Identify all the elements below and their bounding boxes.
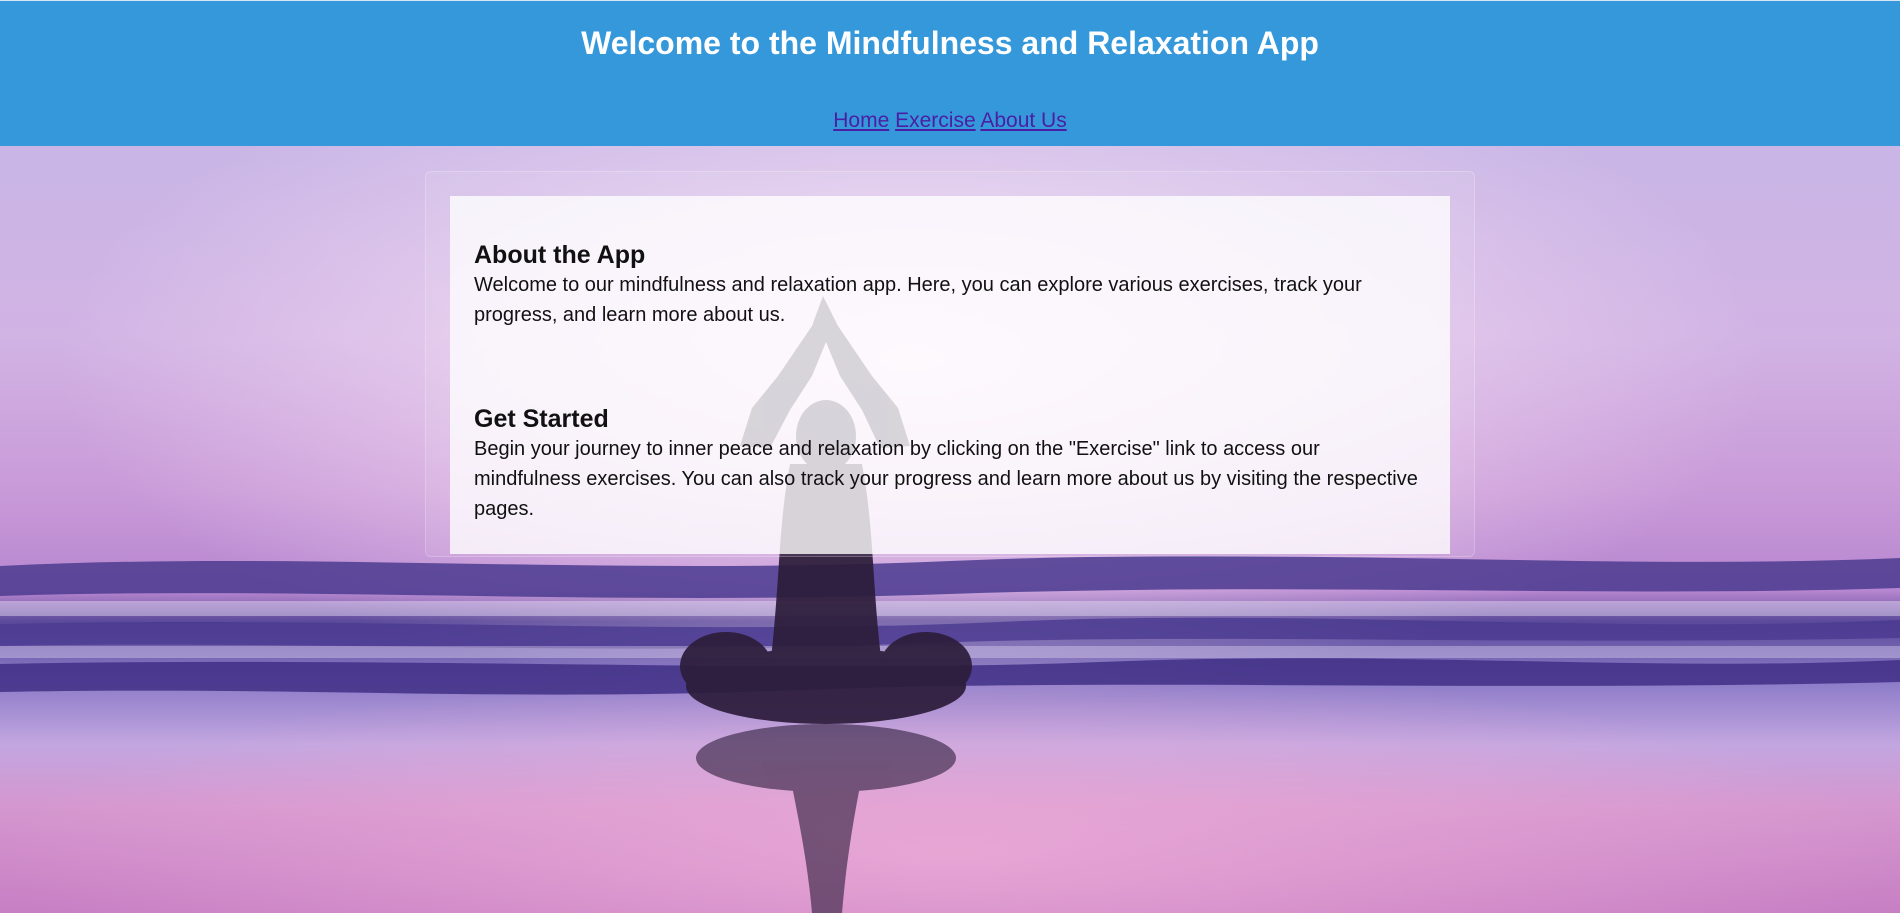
- app-header: Welcome to the Mindfulness and Relaxatio…: [0, 0, 1900, 146]
- nav-link-home[interactable]: Home: [833, 109, 889, 132]
- about-section: About the App Welcome to our mindfulness…: [474, 240, 1424, 330]
- nav-link-about-us[interactable]: About Us: [980, 109, 1066, 132]
- main-nav: Home Exercise About Us: [0, 108, 1900, 134]
- content-card: About the App Welcome to our mindfulness…: [450, 196, 1450, 554]
- get-started-text: Begin your journey to inner peace and re…: [474, 438, 1418, 520]
- app-title: Welcome to the Mindfulness and Relaxatio…: [581, 25, 1319, 61]
- about-text: Welcome to our mindfulness and relaxatio…: [474, 274, 1362, 326]
- get-started-section: Get Started Begin your journey to inner …: [474, 404, 1424, 524]
- page: Welcome to the Mindfulness and Relaxatio…: [0, 0, 1900, 913]
- get-started-heading: Get Started: [474, 405, 609, 433]
- nav-link-exercise[interactable]: Exercise: [895, 109, 976, 132]
- about-heading: About the App: [474, 241, 646, 269]
